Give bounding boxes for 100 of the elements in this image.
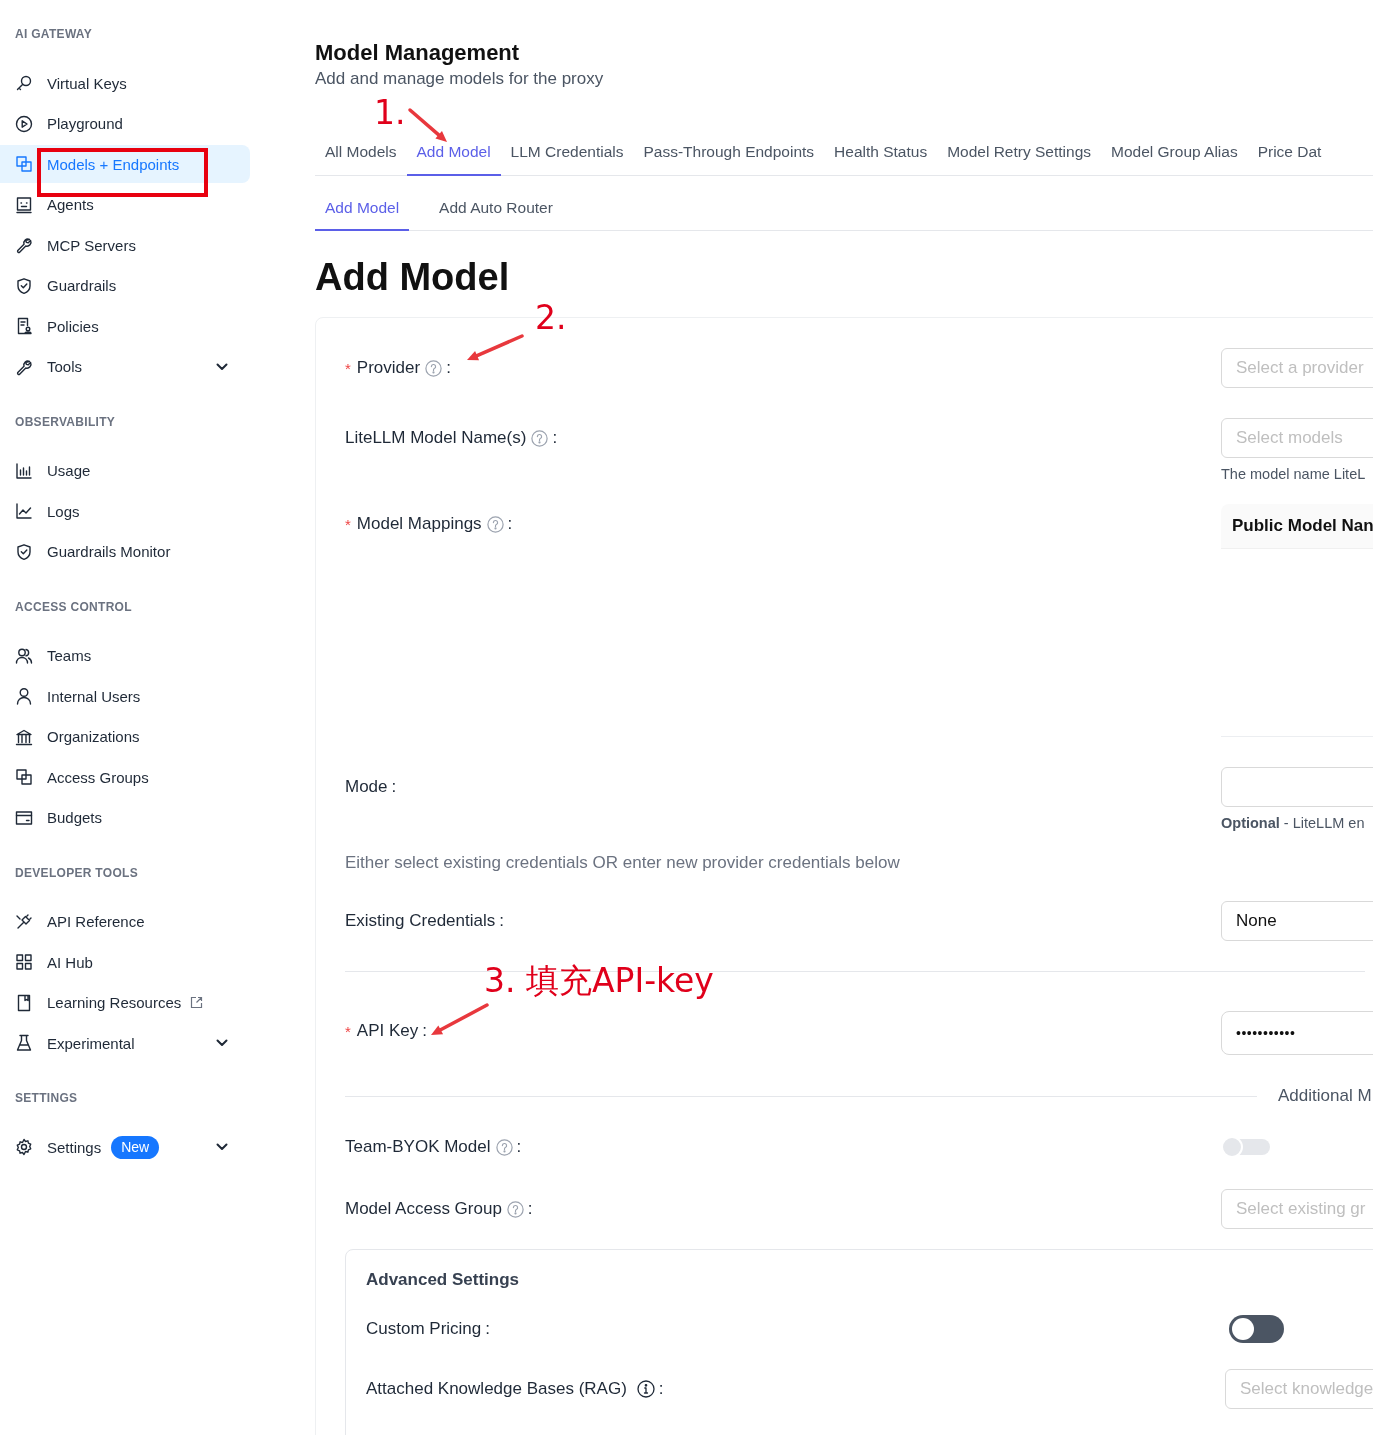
divider-title: Additional M	[1278, 1086, 1372, 1106]
section-heading: ACCESS CONTROL	[14, 598, 133, 615]
label-colon: :	[422, 1021, 427, 1041]
field-label: Custom Pricing	[366, 1319, 482, 1339]
card-icon	[15, 808, 33, 827]
tab[interactable]: Model Retry Settings	[937, 130, 1101, 176]
field-label: Model Mappings	[356, 514, 482, 534]
field-label: Team-BYOK Model	[345, 1137, 491, 1157]
tab[interactable]: Add Auto Router	[429, 186, 563, 231]
sidebar-item[interactable]: Organizations	[0, 717, 250, 756]
squares-icon	[15, 155, 33, 173]
field-label: API Key	[356, 1021, 419, 1041]
sidebar-item[interactable]: Guardrails Monitor	[0, 532, 250, 571]
book-icon	[15, 993, 33, 1012]
tab[interactable]: Health Status	[824, 130, 938, 176]
user-icon	[15, 687, 33, 705]
help-icon[interactable]	[531, 429, 549, 447]
required-mark: *	[345, 515, 351, 533]
bar-chart-icon	[15, 461, 33, 480]
settings-icon	[15, 1138, 33, 1156]
flask-icon	[15, 1034, 33, 1052]
tab[interactable]: Add Model	[315, 186, 410, 231]
annotation-label: 1.	[374, 93, 406, 133]
sidebar-item[interactable]: Playground	[0, 104, 250, 143]
section-heading: SETTINGS	[14, 1090, 79, 1106]
label-colon: :	[485, 1319, 490, 1339]
select-field[interactable]: Select a provider	[1221, 348, 1373, 388]
sidebar-item[interactable]: Logs	[0, 492, 250, 530]
key-icon	[15, 74, 33, 92]
select-field[interactable]: Select existing gr	[1221, 1189, 1373, 1229]
sidebar-item[interactable]: AI Hub	[0, 943, 250, 981]
chevron-down-icon	[216, 362, 228, 371]
tab[interactable]: Price Dat	[1247, 130, 1332, 176]
sidebar-item[interactable]: Internal Users	[0, 677, 250, 715]
tab[interactable]: LLM Credentials	[500, 130, 634, 176]
sidebar-item[interactable]: Models + Endpoints	[0, 145, 250, 183]
field-label: Attached Knowledge Bases (RAG)	[366, 1379, 627, 1399]
document-icon	[15, 317, 33, 335]
section-heading: AI GATEWAY	[14, 26, 93, 42]
label-colon: :	[552, 428, 558, 448]
shield-icon	[15, 276, 33, 295]
line-chart-icon	[15, 502, 33, 520]
select-field[interactable]: None	[1221, 901, 1373, 941]
password-field[interactable]: •••••••••••	[1221, 1011, 1373, 1055]
field-label: Provider	[356, 358, 421, 378]
sidebar-item[interactable]: Agents	[0, 185, 250, 224]
field-label: LiteLLM Model Name(s)	[345, 428, 527, 448]
sidebar-item[interactable]: Tools	[0, 347, 250, 386]
annotation-label: 2.	[535, 298, 567, 338]
external-link-icon	[190, 996, 204, 1009]
select-field[interactable]: Select models	[1221, 418, 1373, 458]
sidebar-item[interactable]: Virtual Keys	[0, 64, 250, 102]
squares-icon	[15, 768, 33, 786]
section-heading: OBSERVABILITY	[14, 413, 117, 430]
help-icon[interactable]	[486, 515, 504, 533]
required-mark: *	[345, 359, 351, 377]
select-field[interactable]: Select knowledge	[1225, 1369, 1373, 1409]
tab[interactable]: Model Group Alias	[1101, 130, 1248, 176]
shield-icon	[15, 542, 33, 561]
label-colon: :	[391, 777, 397, 797]
monitor-icon	[15, 195, 33, 214]
sidebar-item[interactable]: Experimental	[0, 1024, 250, 1062]
panel-title: Advanced Settings	[366, 1270, 521, 1290]
wrench-icon	[15, 357, 33, 376]
sidebar-item[interactable]: Access Groups	[0, 758, 250, 796]
section-title: Add Model	[315, 255, 511, 300]
tab[interactable]: Pass-Through Endpoints	[633, 130, 825, 176]
help-icon[interactable]	[425, 359, 443, 377]
toggle-switch[interactable]	[1229, 1315, 1284, 1343]
form-note: Either select existing credentials OR enter new provider credentials below	[345, 853, 901, 873]
label-colon: :	[446, 358, 451, 378]
info-icon[interactable]	[636, 1380, 655, 1398]
page-title: Model Management	[315, 40, 521, 66]
label-colon: :	[507, 514, 513, 534]
field-hint: Optional - LiteLLM en	[1221, 814, 1366, 833]
field-label: Model Access Group	[345, 1199, 502, 1219]
users-icon	[15, 646, 33, 665]
plug-icon	[15, 912, 33, 931]
sidebar-item[interactable]: Policies	[0, 307, 250, 345]
sidebar-item[interactable]: Learning Resources	[0, 983, 250, 1022]
sidebar-item[interactable]: Budgets	[0, 798, 250, 837]
tab[interactable]: All Models	[315, 130, 407, 176]
grid-icon	[15, 953, 33, 971]
play-icon	[15, 114, 33, 133]
sidebar-item[interactable]: API Reference	[0, 902, 250, 941]
page-subtitle: Add and manage models for the proxy	[315, 69, 605, 89]
sidebar-item[interactable]: Teams	[0, 636, 250, 675]
field-label: Existing Credentials	[345, 911, 496, 931]
help-icon[interactable]	[506, 1200, 524, 1218]
new-badge: New	[111, 1135, 160, 1159]
label-colon: :	[527, 1199, 533, 1219]
sidebar-item[interactable]: Guardrails	[0, 266, 250, 305]
sidebar-item[interactable]: MCP Servers	[0, 226, 250, 264]
label-colon: :	[499, 911, 504, 931]
sidebar-item[interactable]: Settings New	[0, 1128, 250, 1166]
required-mark: *	[345, 1022, 351, 1040]
annotation-arrow	[431, 1003, 489, 1035]
label-colon: :	[658, 1379, 664, 1399]
bank-icon	[15, 727, 33, 746]
sidebar-item[interactable]: Usage	[0, 451, 250, 490]
